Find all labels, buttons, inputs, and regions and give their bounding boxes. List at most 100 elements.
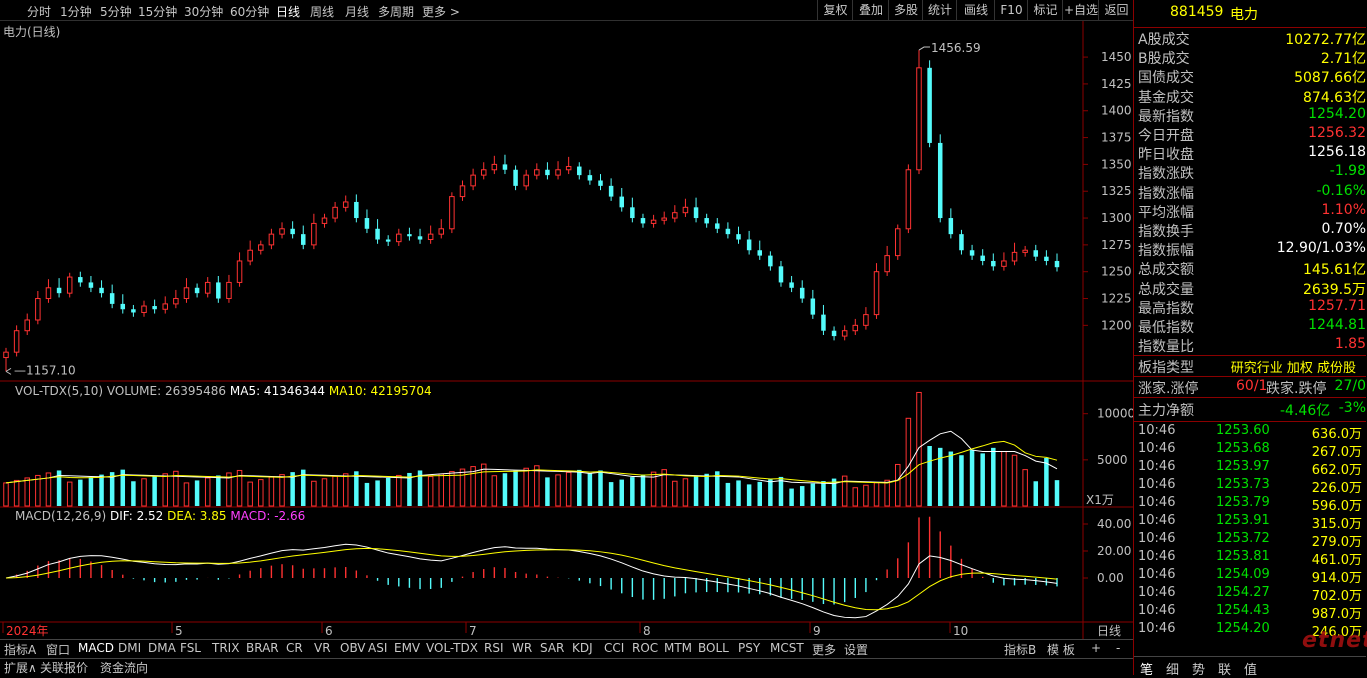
- indicator-tab-22[interactable]: PSY: [738, 641, 760, 655]
- period-tab-9[interactable]: 多周期: [378, 3, 414, 20]
- info-row-13: 总成交量 2639.5万: [1136, 279, 1366, 298]
- status-item-1[interactable]: 关联报价: [40, 659, 88, 676]
- period-tab-8[interactable]: 月线: [345, 3, 369, 20]
- indicator-tab-20[interactable]: MTM: [664, 641, 692, 655]
- index-code: 881459: [1170, 4, 1224, 20]
- toolbar-button-6[interactable]: 标记: [1027, 0, 1063, 20]
- info-row-value: 1254.20: [1308, 105, 1366, 122]
- toolbar-button-3[interactable]: 统计: [922, 0, 957, 20]
- panel-tab-2[interactable]: 势: [1192, 659, 1205, 678]
- period-tab-10[interactable]: 更多 >: [422, 3, 460, 20]
- info-divider: [1134, 421, 1366, 422]
- indicator-tab-9[interactable]: VR: [314, 641, 331, 655]
- macd-legend-macd: MACD: -2.66: [230, 509, 306, 523]
- volume-bar: [491, 475, 498, 507]
- volume-bar: [3, 482, 9, 507]
- indicator-tab-7[interactable]: BRAR: [246, 641, 279, 655]
- indicator-tab-8[interactable]: CR: [286, 641, 303, 655]
- info-row-value: 1257.71: [1308, 297, 1366, 314]
- candle-body: [226, 281, 232, 300]
- volume-legend-prefix: VOL-TDX(5,10): [15, 384, 104, 398]
- indicator-right-2[interactable]: +: [1091, 641, 1101, 655]
- candle-body: [905, 169, 912, 230]
- panel-tab-4[interactable]: 值: [1244, 659, 1257, 678]
- panel-tab-3[interactable]: 联: [1218, 659, 1231, 678]
- indicator-tab-15[interactable]: WR: [512, 641, 532, 655]
- period-tab-3[interactable]: 15分钟: [138, 3, 177, 20]
- panel-tab-1[interactable]: 细: [1166, 659, 1179, 678]
- volume-bar: [534, 465, 540, 507]
- volume-bar: [937, 447, 943, 506]
- indicator-tab-19[interactable]: ROC: [632, 641, 658, 655]
- indicator-tab-4[interactable]: DMA: [148, 641, 176, 655]
- toolbar-button-2[interactable]: 多股: [888, 0, 923, 20]
- tick-row: 10:46 1253.91 315.0万: [1136, 513, 1366, 532]
- volume-bar: [364, 482, 370, 506]
- toolbar-button-4[interactable]: 画线: [956, 0, 995, 20]
- toolbar-button-0[interactable]: 复权: [817, 0, 853, 20]
- indicator-tab-24[interactable]: 更多: [812, 641, 836, 658]
- info-row-0: A股成交 10272.77亿: [1136, 29, 1366, 48]
- indicator-tab-0[interactable]: 指标A: [4, 641, 36, 658]
- indicator-tab-23[interactable]: MCST: [770, 641, 804, 655]
- period-tab-4[interactable]: 30分钟: [184, 3, 223, 20]
- indicator-tab-6[interactable]: TRIX: [212, 641, 239, 655]
- indicator-tab-12[interactable]: EMV: [394, 641, 420, 655]
- indicator-tab-11[interactable]: ASI: [368, 641, 387, 655]
- panel-tab-0[interactable]: 笔: [1140, 659, 1153, 678]
- indicator-tab-16[interactable]: SAR: [540, 641, 564, 655]
- indicator-tab-17[interactable]: KDJ: [572, 641, 593, 655]
- volume-bar: [799, 486, 805, 506]
- period-tab-5[interactable]: 60分钟: [230, 3, 269, 20]
- volume-bar: [480, 463, 487, 507]
- period-tab-7[interactable]: 周线: [310, 3, 334, 20]
- indicator-tab-21[interactable]: BOLL: [698, 641, 729, 655]
- tick-row: 10:46 1253.79 596.0万: [1136, 495, 1366, 514]
- candle-body: [88, 282, 94, 288]
- volume-bar: [789, 488, 794, 506]
- indicator-tab-1[interactable]: 窗口: [46, 641, 70, 658]
- volume-bar: [247, 481, 253, 507]
- info-row-value: 874.63亿: [1303, 89, 1366, 106]
- candle-body: [693, 207, 699, 219]
- candle-body: [768, 255, 773, 267]
- candle-body: [725, 228, 731, 235]
- volume-bar: [131, 481, 136, 506]
- info-row-10: 指数换手 0.70%: [1136, 221, 1366, 240]
- indicator-tab-5[interactable]: FSL: [180, 641, 201, 655]
- candle-body: [417, 236, 423, 240]
- period-tab-1[interactable]: 1分钟: [60, 3, 92, 20]
- volume-bar: [948, 451, 954, 506]
- candle-body: [120, 303, 126, 310]
- indicator-tab-14[interactable]: RSI: [484, 641, 504, 655]
- indicator-right-1[interactable]: 模 板: [1047, 641, 1075, 658]
- indicator-right-3[interactable]: -: [1116, 641, 1120, 655]
- indicator-tab-18[interactable]: CCI: [604, 641, 624, 655]
- period-tab-2[interactable]: 5分钟: [100, 3, 132, 20]
- toolbar-button-7[interactable]: +自选: [1062, 0, 1099, 20]
- indicator-tab-10[interactable]: OBV: [340, 641, 366, 655]
- period-tab-6[interactable]: 日线: [276, 3, 300, 20]
- candle-body: [194, 287, 200, 294]
- volume-legend-ma10: MA10: 42195704: [328, 384, 432, 398]
- indicator-tab-3[interactable]: DMI: [118, 641, 141, 655]
- tick-row: 10:46 1253.72 279.0万: [1136, 531, 1366, 550]
- status-item-2[interactable]: 资金流向: [100, 659, 148, 676]
- kline-chart-area[interactable]: 1450 1425 1400 1375 1350 1325 1300 1275 1250 1225…: [0, 21, 1133, 639]
- indicator-right-0[interactable]: 指标B: [1004, 641, 1036, 658]
- indicator-tab-2[interactable]: MACD: [78, 641, 114, 655]
- indicator-tab-13[interactable]: VOL-TDX: [426, 641, 478, 655]
- volume-bar: [141, 478, 147, 507]
- toolbar-button-8[interactable]: 返回: [1098, 0, 1134, 20]
- sector-type-value: 研究行业 加权 成份股: [1230, 361, 1356, 376]
- candle-body: [407, 234, 412, 237]
- info-row-14: 最高指数 1257.71: [1136, 298, 1366, 317]
- candle-body: [438, 228, 445, 235]
- volume-bar: [704, 473, 709, 506]
- toolbar-button-1[interactable]: 叠加: [852, 0, 889, 20]
- toolbar-button-5[interactable]: F10: [994, 0, 1028, 20]
- period-tab-0[interactable]: 分时: [27, 3, 51, 20]
- candle-body: [810, 298, 816, 315]
- indicator-tab-25[interactable]: 设置: [844, 641, 868, 658]
- status-item-0[interactable]: 扩展∧: [4, 659, 37, 676]
